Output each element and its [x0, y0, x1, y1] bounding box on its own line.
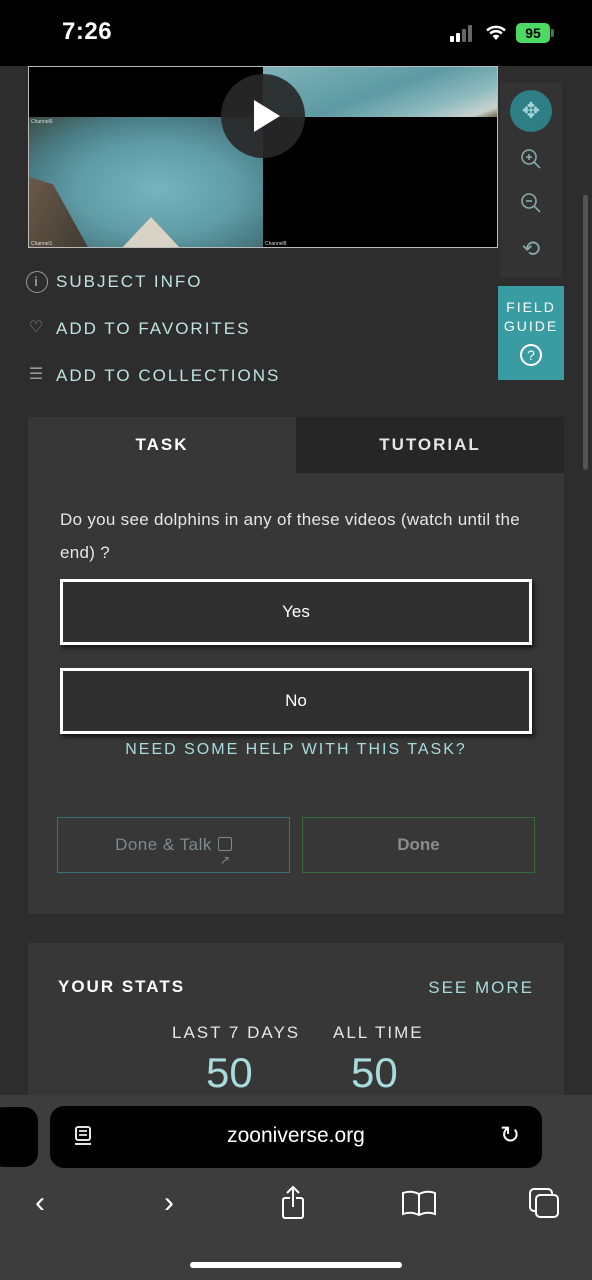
battery-cap: [551, 29, 554, 37]
channel-label: Channel8: [265, 241, 287, 247]
share-icon[interactable]: [273, 1183, 313, 1223]
zoom-in-icon[interactable]: [510, 138, 552, 180]
play-button[interactable]: [221, 74, 305, 158]
done-and-talk-label: Done & Talk: [115, 835, 212, 854]
home-indicator[interactable]: [190, 1262, 402, 1268]
tab-tutorial[interactable]: TUTORIAL: [296, 417, 564, 473]
task-help-link[interactable]: NEED SOME HELP WITH THIS TASK?: [28, 741, 564, 759]
subject-info-label: SUBJECT INFO: [56, 272, 203, 291]
tabs-icon[interactable]: [524, 1183, 564, 1223]
bookmarks-icon[interactable]: [399, 1183, 439, 1223]
image-toolbar: ✥ ⟲: [500, 82, 562, 278]
previous-tab-peek[interactable]: [0, 1107, 38, 1167]
wifi-icon: [486, 25, 506, 40]
stats-panel: YOUR STATS SEE MORE LAST 7 DAYS 50 ALL T…: [28, 943, 564, 1103]
external-link-icon: [217, 833, 232, 887]
reload-icon[interactable]: ↻: [496, 1122, 524, 1150]
field-guide-label-1: FIELD: [506, 299, 556, 315]
stat-alltime-label: ALL TIME: [333, 1023, 424, 1042]
info-icon: i: [26, 271, 48, 293]
zoom-out-icon[interactable]: [510, 182, 552, 224]
forward-icon[interactable]: ›: [149, 1183, 189, 1223]
field-guide-button[interactable]: FIELD GUIDE ?: [498, 286, 564, 380]
add-favorites-link[interactable]: ♡ ADD TO FAVORITES: [26, 316, 250, 342]
move-icon[interactable]: ✥: [510, 90, 552, 132]
field-guide-label-2: GUIDE: [503, 318, 559, 334]
answer-yes-button[interactable]: Yes: [60, 579, 532, 645]
address-bar[interactable]: zooniverse.org ↻: [50, 1106, 542, 1168]
channel-label: Channel1: [31, 241, 53, 247]
question-circle-icon: ?: [520, 344, 542, 366]
add-favorites-label: ADD TO FAVORITES: [56, 319, 251, 338]
url-text: zooniverse.org: [227, 1124, 365, 1147]
channel-label: Channel6: [31, 119, 53, 125]
stats-title: YOUR STATS: [58, 977, 186, 996]
done-and-talk-button[interactable]: Done & Talk: [57, 817, 290, 887]
page-scrollbar[interactable]: [583, 195, 588, 470]
stat-alltime-value: 50: [351, 1049, 398, 1096]
pier-shape: [29, 177, 89, 247]
rotate-icon[interactable]: ⟲: [510, 228, 552, 270]
task-panel: TASK TUTORIAL Do you see dolphins in any…: [28, 417, 564, 914]
answer-no-button[interactable]: No: [60, 668, 532, 734]
heart-icon: ♡: [28, 319, 46, 336]
done-button[interactable]: Done: [302, 817, 535, 873]
list-icon: ☰: [28, 366, 46, 383]
battery-icon: 95: [516, 23, 550, 43]
subject-info-link[interactable]: i SUBJECT INFO: [26, 269, 202, 295]
signal-icon: [450, 24, 476, 42]
back-icon[interactable]: ‹: [20, 1183, 60, 1223]
task-question: Do you see dolphins in any of these vide…: [60, 510, 520, 562]
tab-task[interactable]: TASK: [28, 417, 296, 473]
add-collections-link[interactable]: ☰ ADD TO COLLECTIONS: [26, 363, 280, 389]
stat-last7-label: LAST 7 DAYS: [172, 1023, 301, 1042]
stat-last7-value: 50: [206, 1049, 253, 1096]
status-time: 7:26: [62, 18, 113, 45]
see-more-link[interactable]: SEE MORE: [428, 978, 534, 998]
browser-toolbar: zooniverse.org ↻ ‹ ›: [0, 1095, 592, 1280]
add-collections-label: ADD TO COLLECTIONS: [56, 366, 281, 385]
deck-shape: [121, 217, 181, 247]
status-bar: 7:26 95: [0, 0, 592, 66]
